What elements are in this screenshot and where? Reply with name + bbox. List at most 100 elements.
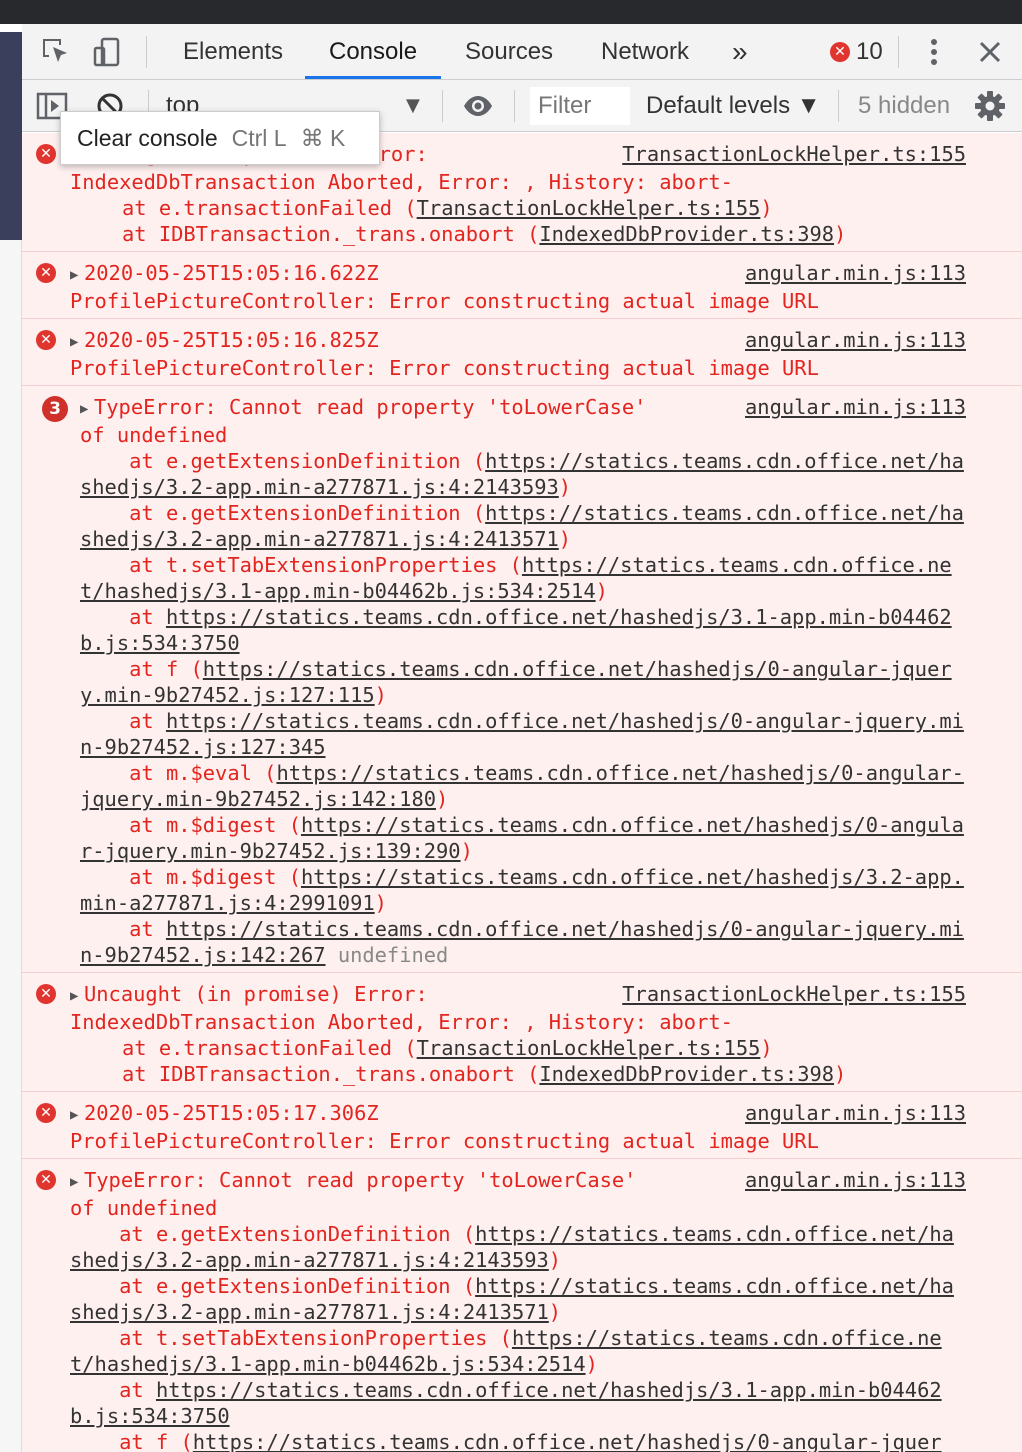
console-message[interactable]: ✕ angular.min.js:113 ▶ 2020-05-25T15:05:16.… xyxy=(22,252,1022,319)
tooltip-shortcut-ctrl: Ctrl L xyxy=(231,125,287,151)
stack-frame-text: at f ( xyxy=(80,657,203,681)
message-source-link[interactable]: angular.min.js:113 xyxy=(745,1100,966,1126)
clear-console-tooltip: Clear console Ctrl L ⌘ K xyxy=(60,111,380,165)
more-options-icon[interactable] xyxy=(918,36,950,68)
message-source-link[interactable]: angular.min.js:113 xyxy=(745,327,966,353)
stack-frame: at t.setTabExtensionProperties (https://… xyxy=(80,552,966,604)
message-text-line: of undefined xyxy=(80,423,228,447)
stack-frame-link[interactable]: IndexedDbProvider.ts:398 xyxy=(539,222,834,246)
expand-triangle-icon[interactable]: ▶ xyxy=(70,329,84,355)
message-text: 2020-05-25T15:05:16.622Z xyxy=(84,261,379,285)
log-levels-dropdown[interactable]: Default levels ▼ xyxy=(646,90,821,122)
live-expression-eye-icon[interactable] xyxy=(462,90,494,122)
stack-frame-text: at e.getExtensionDefinition ( xyxy=(80,449,486,473)
stack-frame-suffix: ) xyxy=(595,579,608,603)
stack-frame: at e.getExtensionDefinition (https://sta… xyxy=(70,1221,966,1273)
error-icon: ✕ xyxy=(830,42,850,62)
message-text: TypeError: Cannot read property 'toLower… xyxy=(84,1168,637,1192)
message-text-line: ProfilePictureController: Error construc… xyxy=(70,289,819,313)
page-body-fragment xyxy=(0,240,22,1452)
expand-triangle-icon[interactable]: ▶ xyxy=(70,1169,84,1195)
stack-frame-text: at t.setTabExtensionProperties ( xyxy=(70,1326,512,1350)
stack-frame-link[interactable]: TransactionLockHelper.ts:155 xyxy=(417,1036,761,1060)
stack-frame-text: at e.getExtensionDefinition ( xyxy=(70,1274,476,1298)
message-source-link[interactable]: angular.min.js:113 xyxy=(745,394,966,420)
expand-triangle-icon[interactable]: ▶ xyxy=(70,262,84,288)
device-toolbar-icon[interactable] xyxy=(92,36,124,68)
tab-console[interactable]: Console xyxy=(304,24,442,79)
message-body: TransactionLockHelper.ts:155 ▶Uncaught (i… xyxy=(70,981,966,1087)
stack-frame: at e.transactionFailed (TransactionLockH… xyxy=(70,1035,966,1061)
tab-network[interactable]: Network xyxy=(601,24,689,79)
stack-frame-link[interactable]: https://statics.teams.cdn.office.net/has… xyxy=(80,657,952,707)
stack-frame-link[interactable]: TransactionLockHelper.ts:155 xyxy=(417,196,761,220)
message-source-link[interactable]: TransactionLockHelper.ts:155 xyxy=(622,981,966,1007)
hidden-messages-count: 5 hidden xyxy=(858,92,951,119)
stack-frame-suffix: ) xyxy=(558,475,572,499)
close-icon[interactable] xyxy=(974,36,1006,68)
message-source-link[interactable]: angular.min.js:113 xyxy=(745,260,966,286)
stack-frame: at e.getExtensionDefinition (https://sta… xyxy=(80,448,966,500)
stack-frame-text: at e.getExtensionDefinition ( xyxy=(80,501,486,525)
message-body: angular.min.js:113 ▶ TypeError: Cannot rea… xyxy=(70,1167,966,1452)
error-counter[interactable]: ✕ 10 xyxy=(830,38,883,66)
tooltip-label: Clear console xyxy=(77,125,218,151)
console-message[interactable]: ✕ angular.min.js:113 ▶ 2020-05-25T15:05:16.… xyxy=(22,319,1022,386)
stack-frame-text: at t.setTabExtensionProperties ( xyxy=(80,553,522,577)
stack-frame-text: at IDBTransaction._trans.onabort xyxy=(122,1062,528,1086)
stack-frame-link[interactable]: https://statics.teams.cdn.office.net/has… xyxy=(80,917,964,967)
console-message[interactable]: 3 angular.min.js:113 ▶ TypeError: Cannot re… xyxy=(22,386,1022,973)
stack-frame-suffix: ) xyxy=(436,787,449,811)
paren-open: ( xyxy=(527,222,540,246)
stack-frame: at m.$digest (https://statics.teams.cdn.… xyxy=(80,812,966,864)
stack-frame: at e.transactionFailed (TransactionLockH… xyxy=(70,195,966,221)
stack-frame: at e.getExtensionDefinition (https://sta… xyxy=(70,1273,966,1325)
stack-frame-text: at xyxy=(80,709,166,733)
stack-frame-link[interactable]: IndexedDbProvider.ts:398 xyxy=(539,1062,834,1086)
stack-frame-suffix: ) xyxy=(548,1248,562,1272)
chevron-down-icon[interactable]: ▼ xyxy=(406,90,420,122)
expand-triangle-icon[interactable]: ▶ xyxy=(70,1102,84,1128)
stack-frame-link[interactable]: https://statics.teams.cdn.office.net/has… xyxy=(80,605,952,655)
stack-frame-suffix: ) xyxy=(558,527,572,551)
stack-frame: at https://statics.teams.cdn.office.net/… xyxy=(70,1377,966,1429)
message-source-link[interactable]: angular.min.js:113 xyxy=(745,1167,966,1193)
repeat-count-badge: 3 xyxy=(42,396,68,422)
gear-icon[interactable] xyxy=(974,90,1006,122)
inspect-element-icon[interactable] xyxy=(40,36,72,68)
error-icon: ✕ xyxy=(36,330,56,350)
stack-frame-link[interactable]: https://statics.teams.cdn.office.net/has… xyxy=(70,1378,942,1428)
paren-open: ( xyxy=(527,1062,540,1086)
tab-sources[interactable]: Sources xyxy=(465,24,553,79)
message-body: angular.min.js:113 ▶ 2020-05-25T15:05:17.3… xyxy=(70,1100,966,1154)
page-sidebar-fragment xyxy=(0,32,22,240)
stack-frame-text: at xyxy=(80,605,166,629)
stack-frame-text: at e.transactionFailed xyxy=(122,196,405,220)
filter-input[interactable]: Filter xyxy=(530,87,630,125)
console-message[interactable]: ✕ TransactionLockHelper.ts:155 ▶Uncaught (… xyxy=(22,973,1022,1092)
expand-triangle-icon[interactable]: ▶ xyxy=(70,983,84,1009)
stack-frame-link[interactable]: https://statics.teams.cdn.office.net/has… xyxy=(70,1430,942,1452)
stack-frame-suffix: ) xyxy=(585,1352,598,1376)
devtools-tab-bar: Elements Console Sources Network » ✕ 10 xyxy=(22,24,1022,80)
stack-frame: at f (https://statics.teams.cdn.office.n… xyxy=(70,1429,966,1452)
undefined-value: undefined xyxy=(337,943,449,967)
toolbar-separator xyxy=(146,36,147,68)
tab-elements[interactable]: Elements xyxy=(183,24,283,79)
console-message[interactable]: ✕ angular.min.js:113 ▶ 2020-05-25T15:05:17.… xyxy=(22,1092,1022,1159)
toolbar-separator xyxy=(838,90,839,122)
window-title-bar xyxy=(0,0,1022,24)
stack-frame-suffix: ) xyxy=(548,1300,562,1324)
expand-triangle-icon[interactable]: ▶ xyxy=(80,396,94,422)
tooltip-shortcut-cmd: ⌘ K xyxy=(300,125,346,151)
stack-frame: at https://statics.teams.cdn.office.net/… xyxy=(80,708,966,760)
console-messages: ✕TransactionLockHelper.ts:155▶Uncaught (… xyxy=(22,133,1022,1452)
stack-frame-link[interactable]: https://statics.teams.cdn.office.net/has… xyxy=(80,709,964,759)
console-message[interactable]: ✕ angular.min.js:113 ▶ TypeError: Cannot re… xyxy=(22,1159,1022,1452)
more-tabs-button[interactable]: » xyxy=(732,24,748,79)
error-icon: ✕ xyxy=(36,984,56,1004)
paren-close: ) xyxy=(760,1036,773,1060)
toolbar-separator xyxy=(514,90,515,122)
stack-frame-text: at m.$digest ( xyxy=(80,865,301,889)
message-source-link[interactable]: TransactionLockHelper.ts:155 xyxy=(622,141,966,167)
